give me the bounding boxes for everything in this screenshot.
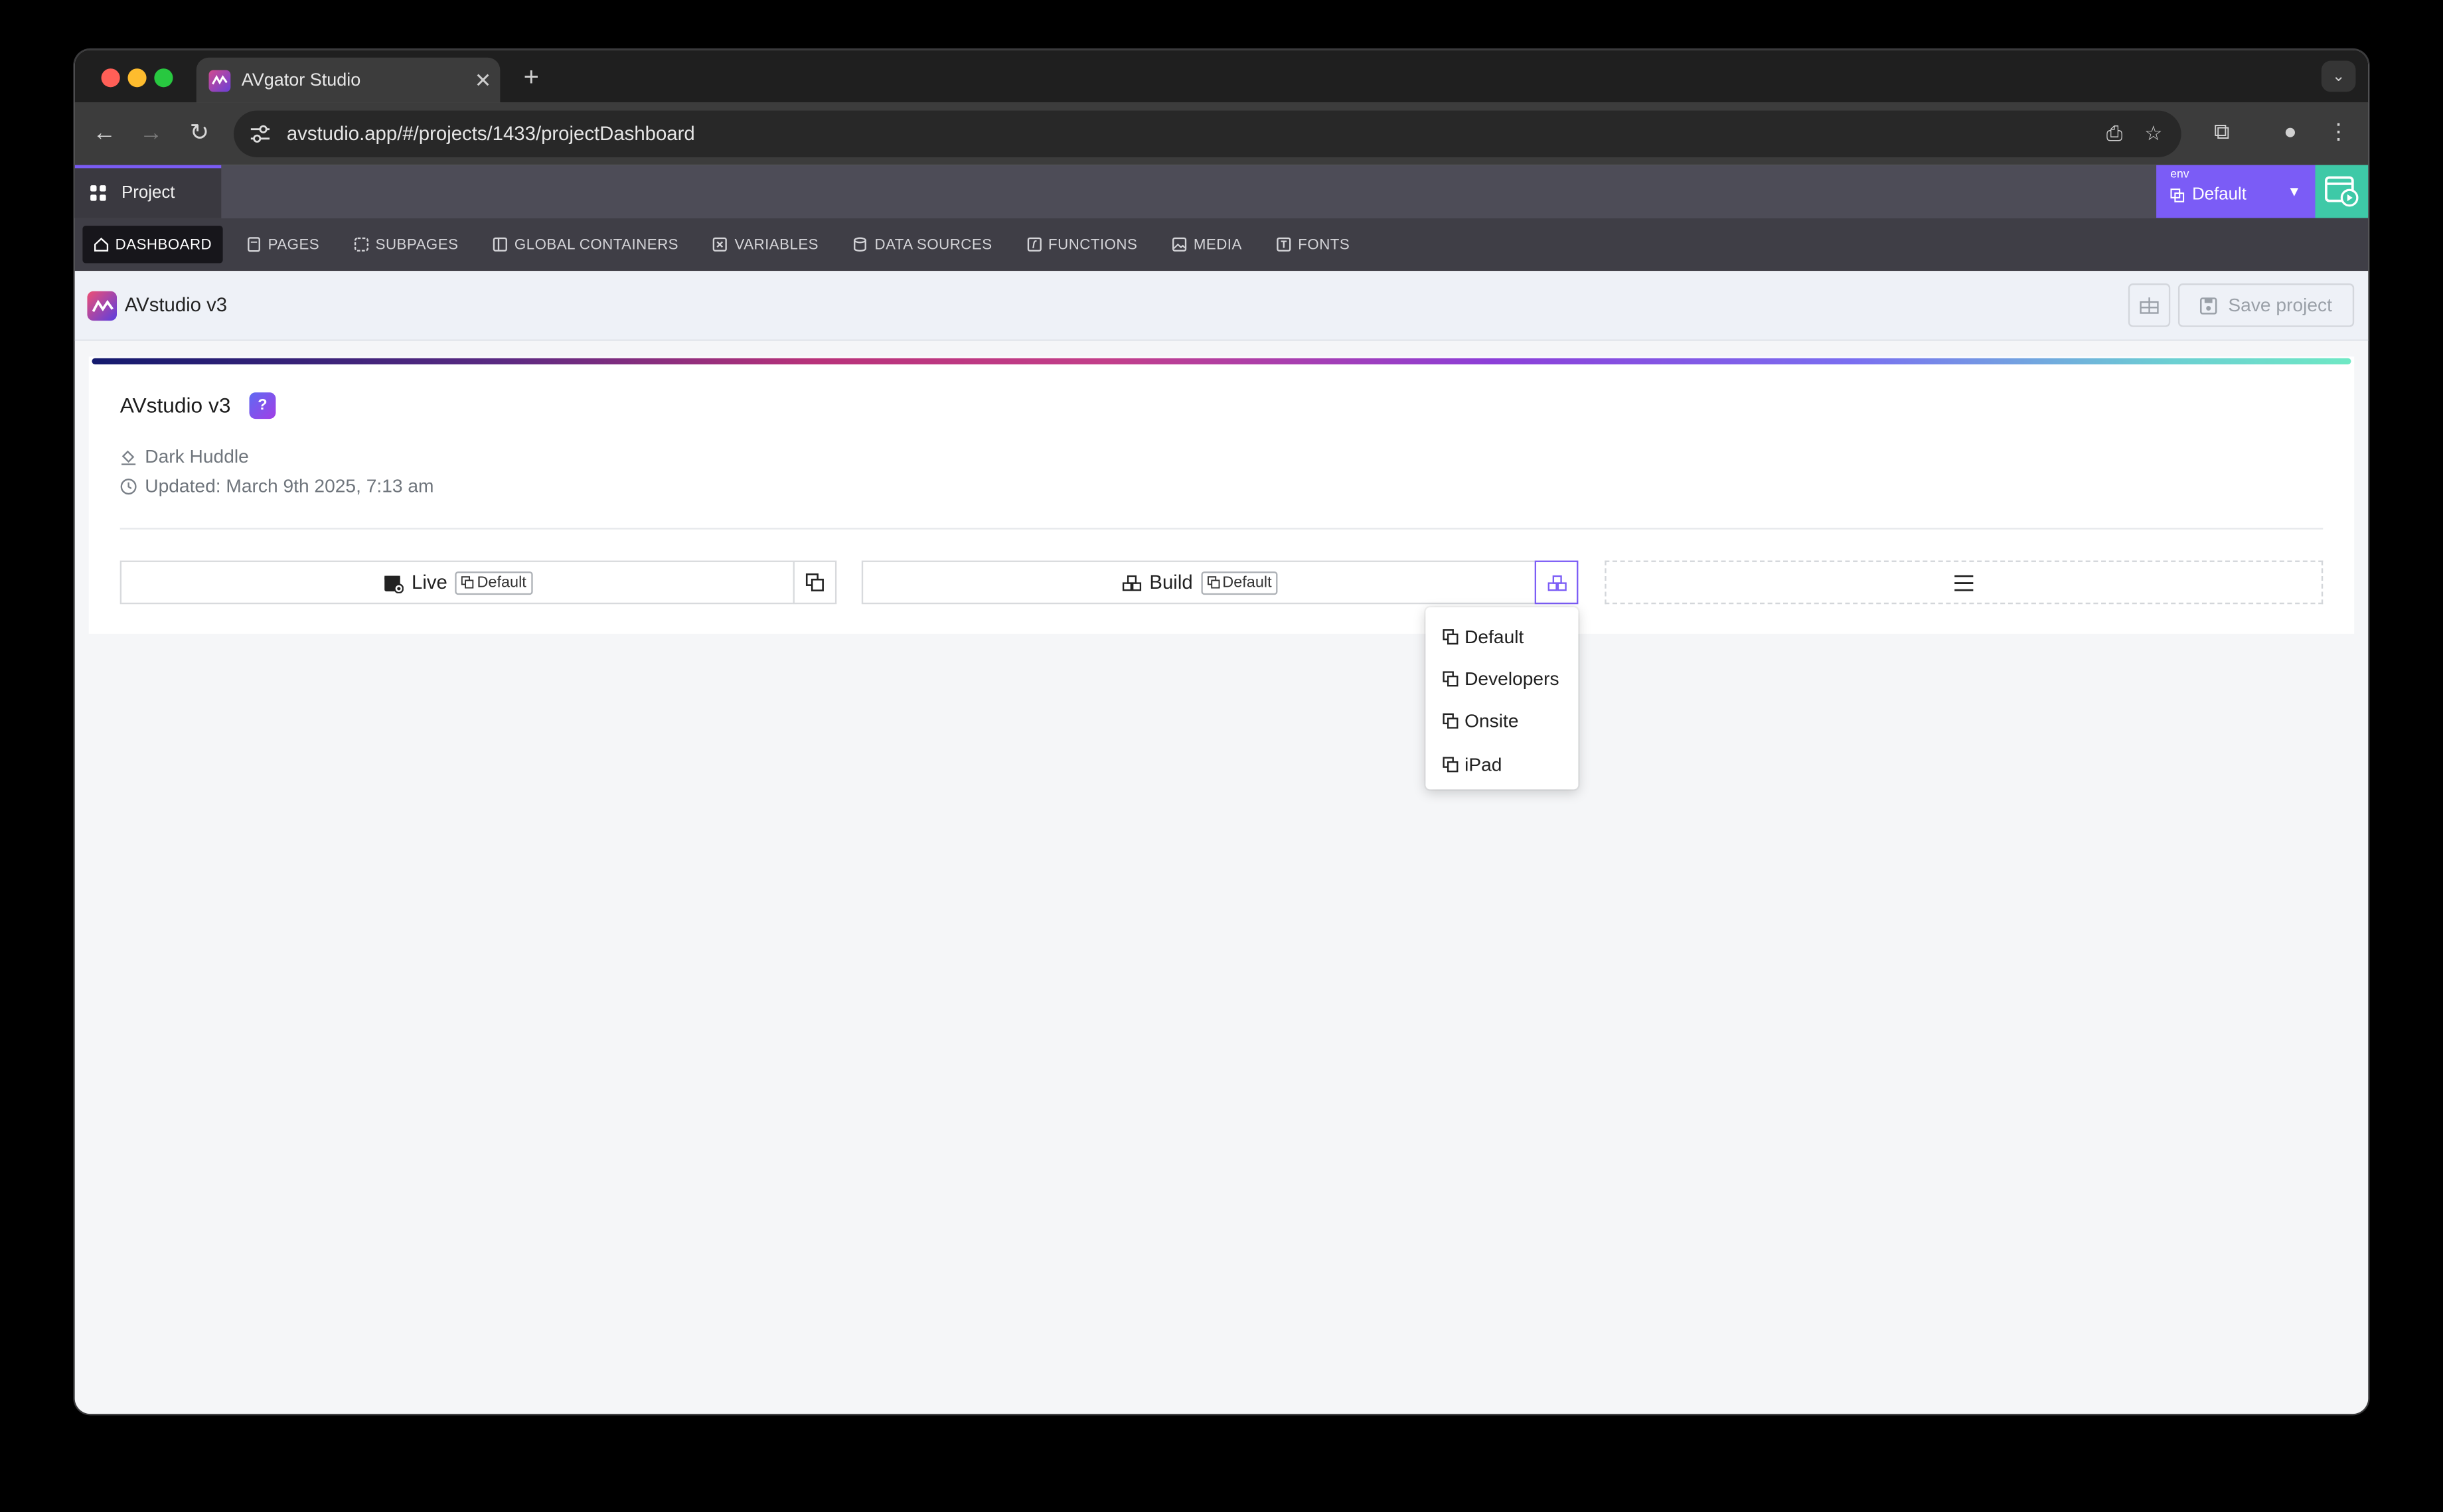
updated-row: Updated: March 9th 2025, 7:13 am [120, 475, 434, 497]
copy-icon [1443, 629, 1458, 644]
project-name: AVstudio v3 [124, 294, 228, 317]
theme-name: Dark Huddle [145, 445, 249, 467]
dropdown-option-developers[interactable]: Developers [1425, 658, 1578, 700]
container-icon [493, 237, 508, 252]
dropdown-option-ipad[interactable]: iPad [1425, 743, 1578, 785]
home-icon [94, 238, 109, 252]
copy-icon [461, 576, 474, 589]
nav-global-containers[interactable]: GLOBAL CONTAINERS [482, 226, 690, 263]
tab-close-icon[interactable]: ✕ [466, 68, 501, 93]
page-icon [248, 237, 260, 252]
copy-icon [805, 573, 824, 591]
build-blocks-icon [1122, 574, 1141, 591]
env-copy-icon [2170, 187, 2185, 202]
minimize-window-button[interactable] [127, 68, 147, 88]
play-window-icon [2325, 176, 2359, 207]
extensions-icon[interactable]: ⧉ [2206, 118, 2237, 145]
env-dropdown-menu: Default Developers Onsite iPad [1425, 607, 1579, 790]
grid-icon [90, 185, 106, 201]
run-preview-button[interactable] [2315, 165, 2369, 218]
env-selector[interactable]: env Default ▼ [2156, 165, 2316, 218]
live-label: Live [412, 571, 447, 593]
build-blocks-icon [1547, 574, 1566, 591]
help-badge[interactable]: ? [249, 392, 276, 419]
save-project-label: Save project [2228, 294, 2332, 317]
project-bar: AVstudio v3 Save project [74, 271, 2369, 341]
font-icon [1277, 237, 1291, 252]
copy-icon [1443, 714, 1458, 729]
url-text: avstudio.app/#/projects/1433/projectDash… [286, 123, 695, 145]
profile-icon[interactable]: ● [2274, 118, 2306, 143]
nav-media[interactable]: MEDIA [1161, 226, 1253, 263]
hamburger-icon [1954, 574, 1974, 591]
forward-icon[interactable]: → [135, 118, 167, 149]
live-env-pill: Default [455, 570, 533, 594]
tab-title: AVgator Studio [241, 70, 361, 90]
nav-variables[interactable]: VARIABLES [702, 226, 829, 263]
copy-icon [1443, 756, 1458, 772]
address-bar[interactable]: avstudio.app/#/projects/1433/projectDash… [234, 110, 2181, 157]
bookmark-star-icon[interactable]: ☆ [2144, 121, 2162, 147]
tab-search-button[interactable]: ⌄ [2321, 60, 2356, 92]
updated-text: Updated: March 9th 2025, 7:13 am [145, 475, 434, 497]
image-icon [1172, 237, 1187, 252]
theme-row: Dark Huddle [120, 445, 249, 467]
save-icon [2200, 297, 2217, 314]
project-tab[interactable]: Project [74, 165, 222, 218]
build-env-button[interactable] [1534, 560, 1579, 605]
nav-fonts[interactable]: FONTS [1265, 226, 1361, 263]
package-icon [2140, 297, 2159, 314]
browser-tab[interactable]: AVgator Studio ✕ [196, 57, 501, 103]
paint-bucket-icon [121, 449, 136, 465]
save-project-button[interactable]: Save project [2177, 283, 2355, 327]
app-header: Project env Default ▼ [74, 165, 2369, 218]
clock-icon [120, 477, 137, 494]
nav-pages[interactable]: PAGES [235, 226, 330, 263]
live-calendar-icon [384, 575, 404, 593]
variable-icon [713, 237, 728, 252]
build-label: Build [1149, 571, 1193, 593]
function-icon [1027, 237, 1042, 252]
back-icon[interactable]: ← [89, 118, 120, 149]
database-icon [854, 237, 867, 252]
gradient-accent-bar [92, 358, 2351, 364]
site-settings-icon[interactable] [250, 121, 275, 147]
copy-icon [1206, 576, 1220, 589]
env-label: env [2170, 167, 2189, 181]
install-app-icon[interactable]: ⎙ [2106, 121, 2122, 147]
nav-dashboard[interactable]: DASHBOARD [82, 226, 223, 264]
browser-window: AVgator Studio ✕ + ⌄ ← → ↻ avstudio.app/… [74, 50, 2369, 1414]
browser-menu-icon[interactable]: ⋮ [2323, 118, 2354, 145]
avstudio-logo-icon [87, 291, 118, 321]
maximize-window-button[interactable] [154, 68, 173, 88]
reload-icon[interactable]: ↻ [184, 118, 215, 149]
subpage-icon [354, 237, 369, 252]
build-button[interactable]: Build Default [861, 560, 1538, 605]
export-button[interactable] [2128, 283, 2171, 327]
tab-strip: AVgator Studio ✕ + ⌄ [74, 50, 2369, 103]
env-value: Default [2192, 185, 2246, 204]
more-options-button[interactable] [1605, 560, 2324, 605]
project-tab-label: Project [121, 183, 175, 202]
nav-subpages[interactable]: SUBPAGES [343, 226, 469, 263]
build-env-pill: Default [1200, 570, 1279, 594]
browser-toolbar: ← → ↻ avstudio.app/#/projects/1433/proje… [74, 102, 2369, 165]
avgator-favicon-icon [208, 69, 231, 92]
dropdown-option-onsite[interactable]: Onsite [1425, 700, 1578, 743]
new-tab-button[interactable]: + [517, 62, 545, 94]
caret-down-icon: ▼ [2287, 183, 2302, 200]
copy-icon [1443, 671, 1458, 687]
dropdown-option-default[interactable]: Default [1425, 615, 1578, 658]
close-window-button[interactable] [101, 68, 120, 88]
project-card: AVstudio v3 ? Dark Huddle Updated: March… [88, 356, 2355, 634]
card-title: AVstudio v3 [119, 394, 231, 417]
live-button[interactable]: Live Default [119, 560, 797, 605]
nav-functions[interactable]: FUNCTIONS [1016, 226, 1148, 263]
live-env-button[interactable] [793, 560, 837, 605]
divider [119, 528, 2324, 530]
nav-data-sources[interactable]: DATA SOURCES [842, 226, 1003, 263]
main-nav: DASHBOARD PAGES SUBPAGES GLOBAL CONTAINE… [74, 218, 2369, 271]
